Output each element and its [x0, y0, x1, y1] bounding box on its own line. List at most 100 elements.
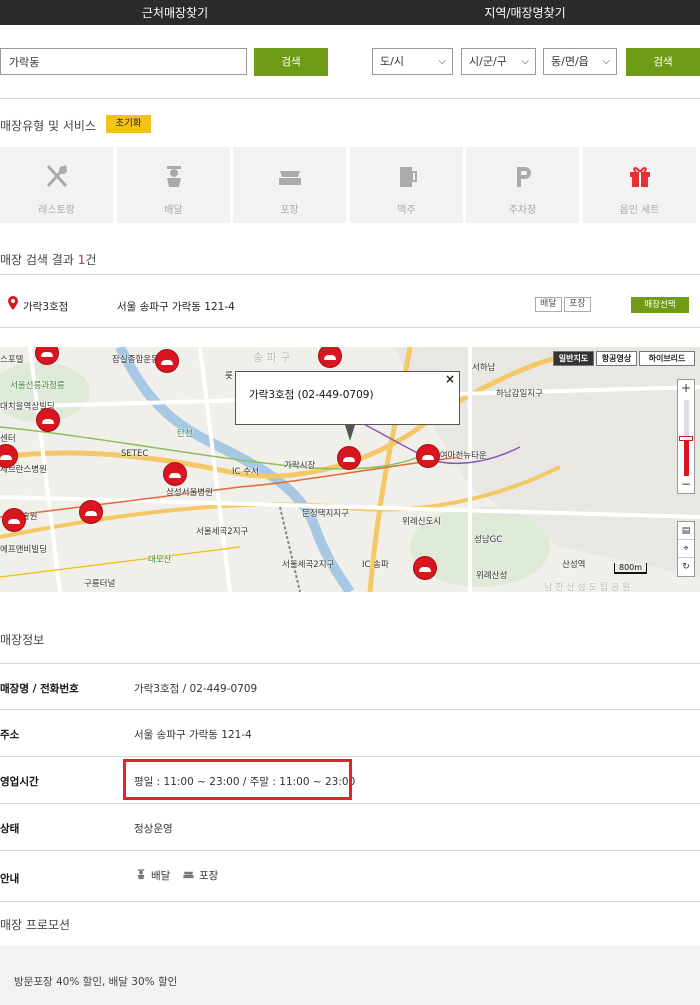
store-marker[interactable]: [79, 500, 103, 524]
result-title-prefix: 매장 검색 결과: [0, 253, 78, 267]
select-store-button[interactable]: 매장선택: [631, 297, 689, 313]
district-select-value: 시/군/구: [469, 55, 507, 68]
service-gift-set[interactable]: 옵인 세트: [583, 147, 696, 223]
info-value: 서울 송파구 가락동 121-4: [134, 729, 252, 741]
zoom-slider-handle[interactable]: [679, 436, 693, 441]
top-tab-bar: 근처매장찾기 지역/매장명찾기: [0, 0, 700, 25]
map-label: 서하남: [472, 363, 496, 373]
area-measure-icon[interactable]: ⌖: [678, 540, 694, 558]
service-delivery[interactable]: 배달: [117, 147, 230, 223]
hours-highlight-box: [123, 759, 352, 800]
service-restaurant[interactable]: 레스토랑: [0, 147, 113, 223]
tab-nearby-stores[interactable]: 근처매장찾기: [0, 0, 350, 25]
map-label: 대여마천뉴타운: [432, 451, 487, 461]
store-marker[interactable]: [337, 446, 361, 470]
info-row-guide: 안내 배달 포장: [0, 850, 700, 902]
ruler-icon[interactable]: ▤: [678, 522, 694, 540]
divider: [0, 274, 700, 275]
takeout-tag: 포장: [564, 297, 591, 312]
map-pin-icon: [8, 296, 18, 313]
info-row-status: 상태 정상운영: [0, 803, 700, 849]
store-marker[interactable]: [36, 408, 60, 432]
map-label: 서울세곡2지구: [196, 527, 249, 537]
map-label: 잠실종합운동: [112, 355, 159, 365]
result-title-suffix: 건: [85, 253, 97, 267]
infowindow-pointer: [345, 425, 355, 441]
map-label: 위례신도시: [402, 517, 442, 527]
fork-knife-icon: [0, 163, 113, 189]
store-map[interactable]: 스포텔 잠실종합운동 송 파 구 서하남 서울선릉과정릉 롯 하남감일지구 대치…: [0, 347, 700, 592]
town-select[interactable]: 동/면/읍 ⌵: [543, 48, 617, 75]
map-label: 에프앤비빌딩: [0, 545, 47, 555]
map-label: 송 파 구: [253, 351, 291, 364]
map-label: 구룡터널: [84, 579, 116, 589]
search-button[interactable]: 검색: [254, 48, 328, 76]
province-select-value: 도/시: [380, 55, 404, 68]
store-marker[interactable]: [163, 462, 187, 486]
map-type-hybrid[interactable]: 하이브리드: [639, 351, 695, 366]
reset-button[interactable]: 초기화: [106, 115, 151, 133]
promotion-box: 방문포장 40% 할인, 배달 30% 할인: [0, 946, 700, 1005]
service-beer[interactable]: 맥주: [350, 147, 463, 223]
store-name[interactable]: 가락3호점: [23, 299, 68, 314]
delivery-person-icon: [135, 868, 147, 883]
town-select-value: 동/면/읍: [551, 55, 589, 68]
chevron-down-icon: ⌵: [521, 56, 529, 67]
store-marker[interactable]: [413, 556, 437, 580]
store-result-row[interactable]: 가락3호점 서울 송파구 가락동 121-4 배달 포장 매장선택: [0, 284, 700, 326]
info-value: 정상운영: [134, 823, 173, 835]
info-row-name-phone: 매장명 / 전화번호 가락3호점 / 02-449-0709: [0, 663, 700, 709]
zoom-in-button[interactable]: +: [678, 381, 694, 397]
service-section-title: 매장유형 및 서비스: [0, 119, 96, 133]
takeout-box-icon: [233, 163, 346, 189]
zoom-level-fill: [684, 438, 689, 476]
map-label: 삼성서울병원: [166, 488, 213, 498]
zoom-out-button[interactable]: −: [678, 477, 694, 493]
search-input[interactable]: [0, 48, 247, 75]
map-label: IC 송파: [362, 560, 389, 570]
parking-icon: [466, 163, 579, 189]
map-label: 위례산성: [476, 571, 508, 581]
guide-takeout-label: 포장: [199, 870, 219, 882]
close-icon[interactable]: ×: [445, 372, 455, 386]
map-label: 가락시장: [284, 461, 316, 471]
tab-region-store-search[interactable]: 지역/매장명찾기: [350, 0, 700, 25]
beer-mug-icon: [350, 163, 463, 189]
store-marker[interactable]: [2, 508, 26, 532]
reset-map-icon[interactable]: ↻: [678, 558, 694, 576]
map-label: 서울선릉과정릉: [10, 381, 65, 391]
map-label: 대모산: [148, 555, 172, 565]
store-address: 서울 송파구 가락동 121-4: [117, 301, 235, 313]
service-label: 레스토랑: [38, 205, 75, 216]
store-marker[interactable]: [155, 349, 179, 373]
zoom-control: + −: [677, 379, 695, 494]
region-search-button[interactable]: 검색: [626, 48, 700, 76]
service-label: 맥주: [397, 205, 416, 216]
search-row: 검색 도/시 ⌵ 시/군/구 ⌵ 동/면/읍 ⌵ 검색: [0, 47, 700, 77]
info-key: 안내: [0, 873, 20, 885]
district-select[interactable]: 시/군/구 ⌵: [461, 48, 536, 75]
map-type-normal[interactable]: 일반지도: [553, 351, 594, 366]
map-label: 센터: [0, 434, 16, 444]
gift-icon: [583, 163, 696, 189]
map-label: 하남감일지구: [496, 389, 543, 399]
info-key: 영업시간: [0, 776, 39, 788]
promotion-title: 매장 프로모션: [0, 918, 71, 932]
info-key: 주소: [0, 729, 20, 741]
info-row-address: 주소 서울 송파구 가락동 121-4: [0, 709, 700, 755]
info-key: 매장명 / 전화번호: [0, 683, 79, 695]
map-label: 서울세곡2지구: [282, 560, 335, 570]
service-takeout[interactable]: 포장: [233, 147, 346, 223]
map-label: 산성역: [562, 560, 586, 570]
map-type-aerial[interactable]: 항공영상: [596, 351, 637, 366]
delivery-tag: 배달: [535, 297, 562, 312]
map-label: 롯: [225, 371, 233, 381]
map-label: 스포텔: [0, 355, 24, 365]
province-select[interactable]: 도/시 ⌵: [372, 48, 453, 75]
service-parking[interactable]: 주차장: [466, 147, 579, 223]
delivery-person-icon: [117, 163, 230, 189]
map-label: SETEC: [121, 449, 149, 459]
map-label: IC 수서: [232, 467, 259, 477]
chevron-down-icon: ⌵: [438, 56, 446, 67]
store-marker[interactable]: [416, 444, 440, 468]
